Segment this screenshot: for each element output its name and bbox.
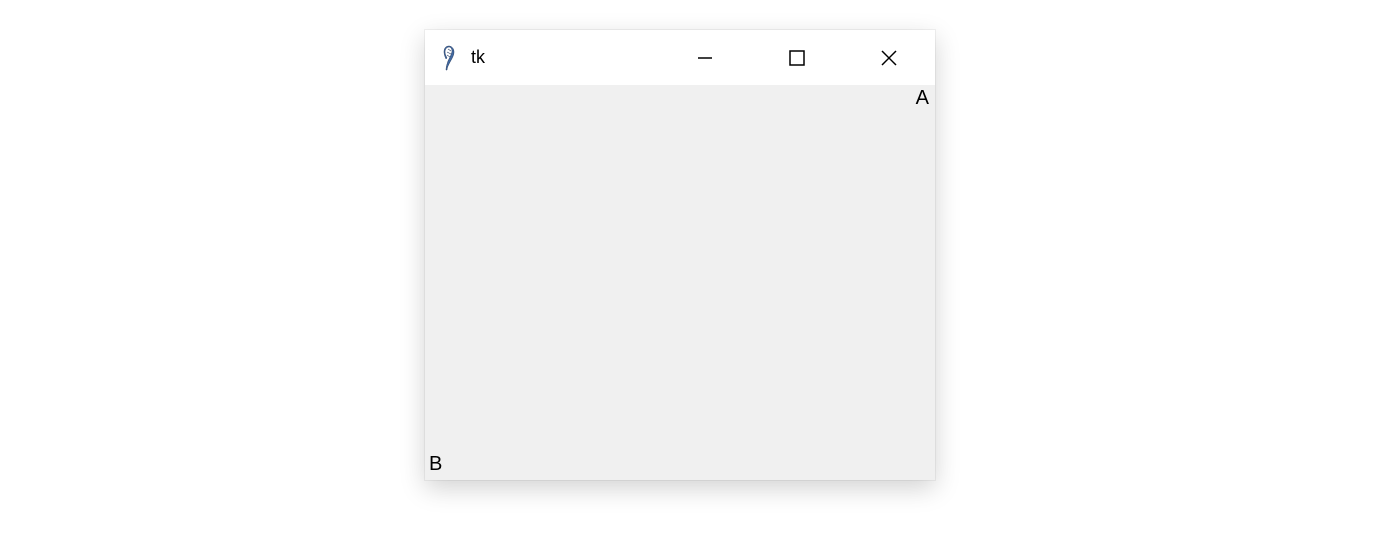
label-a: A	[916, 87, 929, 110]
minimize-button[interactable]	[659, 30, 751, 85]
close-icon	[880, 49, 898, 67]
client-area: A B	[425, 85, 935, 480]
application-window: tk A B	[425, 30, 935, 480]
label-b: B	[429, 453, 442, 476]
window-controls	[659, 30, 935, 85]
window-title: tk	[471, 47, 485, 68]
maximize-icon	[788, 49, 806, 67]
close-button[interactable]	[843, 30, 935, 85]
tk-feather-icon	[439, 44, 459, 72]
titlebar[interactable]: tk	[425, 30, 935, 85]
minimize-icon	[696, 49, 714, 67]
maximize-button[interactable]	[751, 30, 843, 85]
